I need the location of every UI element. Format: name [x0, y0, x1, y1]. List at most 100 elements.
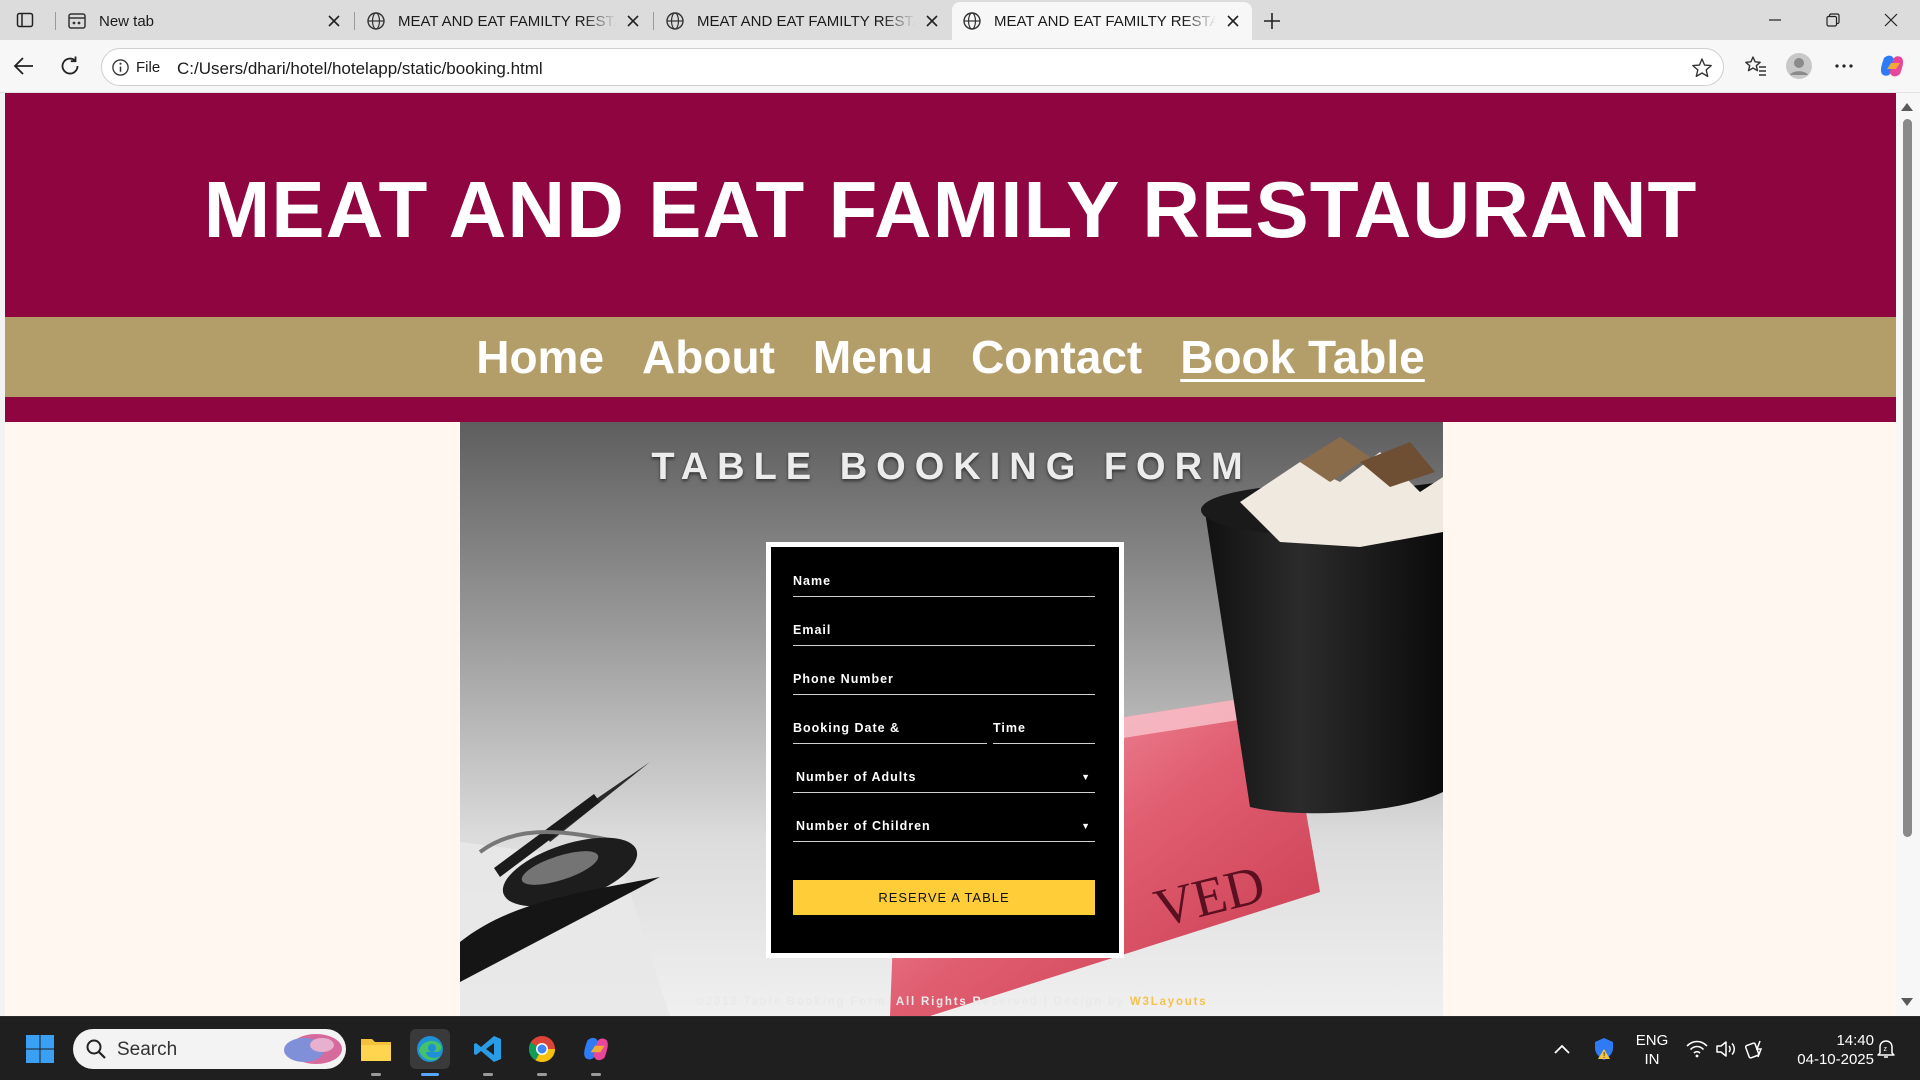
close-tab-icon[interactable]: [624, 12, 642, 30]
chevron-up-icon: [1554, 1044, 1570, 1054]
show-hidden-icons-button[interactable]: [1550, 1017, 1574, 1080]
profile-button[interactable]: [1783, 50, 1815, 82]
security-tray-button[interactable]: !: [1590, 1017, 1618, 1080]
reserve-table-button[interactable]: RESERVE A TABLE: [793, 880, 1095, 915]
booking-time-field[interactable]: Time: [993, 721, 1095, 744]
svg-text:z: z: [1884, 1046, 1888, 1053]
copilot-icon: [584, 1037, 608, 1061]
globe-icon: [367, 12, 385, 30]
chrome-button[interactable]: [522, 1029, 562, 1069]
site-scheme-label: File: [136, 59, 161, 76]
site-title: MEAT AND EAT FAMILY RESTAURANT: [203, 165, 1698, 254]
nav-link-home[interactable]: Home: [476, 330, 604, 384]
close-tab-icon[interactable]: [325, 12, 343, 30]
booking-form: Name Email Phone Number Booking Date & T…: [766, 542, 1124, 958]
start-button[interactable]: [20, 1029, 60, 1069]
avatar-icon: [1786, 53, 1812, 79]
globe-icon: [963, 12, 981, 30]
file-explorer-button[interactable]: [356, 1029, 396, 1069]
close-tab-icon[interactable]: [923, 12, 941, 30]
battery-tray-button[interactable]: [1743, 1017, 1769, 1080]
more-dots-icon: [1835, 64, 1853, 68]
copyright-text: ©2018 Table Booking Form. All Rights Res…: [695, 996, 1130, 1008]
taskbar-search[interactable]: Search: [73, 1029, 346, 1069]
page-scrollbar[interactable]: [1896, 93, 1920, 1016]
scroll-down-icon[interactable]: [1901, 998, 1913, 1006]
battery-charging-icon: [1745, 1040, 1763, 1059]
favorite-star-icon[interactable]: [1691, 57, 1713, 79]
nav-link-about[interactable]: About: [642, 330, 775, 384]
url-text[interactable]: C:/Users/dhari/hotel/hotelapp/static/boo…: [177, 59, 543, 79]
language-code: ENG: [1635, 1032, 1669, 1049]
restore-button[interactable]: [1804, 0, 1862, 40]
close-tab-icon[interactable]: [1224, 12, 1242, 30]
search-icon: [86, 1039, 106, 1059]
windows-start-icon: [26, 1035, 54, 1063]
booking-date-label: Booking Date &: [793, 721, 901, 735]
site-header: MEAT AND EAT FAMILY RESTAURANT: [5, 93, 1896, 317]
new-tab-icon: [68, 13, 86, 29]
phone-field-label: Phone Number: [793, 672, 894, 686]
tab-restaurant-1[interactable]: MEAT AND EAT FAMILTY RESTAURANT: [356, 2, 652, 40]
tab-restaurant-active[interactable]: MEAT AND EAT FAMILTY RESTAURANT: [952, 2, 1252, 40]
minimize-icon: [1769, 19, 1781, 21]
children-select[interactable]: Number of Children ▼: [793, 819, 1095, 842]
tab-title: New tab: [99, 12, 155, 30]
w3layouts-link[interactable]: W3Layouts: [1130, 996, 1208, 1008]
booking-form-heading: TABLE BOOKING FORM: [651, 446, 1252, 488]
name-field[interactable]: Name: [793, 574, 1095, 597]
search-highlight-icon: [284, 1034, 342, 1064]
info-icon[interactable]: [111, 58, 130, 77]
booking-footer: ©2018 Table Booking Form. All Rights Res…: [460, 996, 1443, 1008]
restore-icon: [1826, 13, 1840, 27]
edge-icon: [417, 1036, 443, 1062]
globe-icon: [666, 12, 684, 30]
scroll-up-icon[interactable]: [1901, 103, 1913, 111]
notifications-button[interactable]: z: [1872, 1017, 1900, 1080]
wifi-tray-button[interactable]: [1684, 1017, 1710, 1080]
tab-title: MEAT AND EAT FAMILTY RESTAURANT: [697, 12, 915, 30]
nav-link-menu[interactable]: Menu: [813, 330, 933, 384]
close-window-button[interactable]: [1862, 0, 1920, 40]
nav-link-book-table[interactable]: Book Table: [1180, 330, 1425, 384]
phone-field[interactable]: Phone Number: [793, 672, 1095, 695]
minimize-button[interactable]: [1746, 0, 1804, 40]
back-button[interactable]: [8, 50, 40, 82]
scrollbar-thumb[interactable]: [1903, 119, 1912, 837]
refresh-button[interactable]: [54, 50, 86, 82]
windows-taskbar: Search ! ENG IN 14:40 04-10-2025 z: [0, 1016, 1920, 1080]
chrome-icon: [528, 1036, 556, 1063]
dropdown-caret-icon: ▼: [1081, 772, 1091, 782]
edge-button[interactable]: [410, 1029, 450, 1069]
language-indicator[interactable]: ENG IN: [1632, 1031, 1672, 1069]
adults-select[interactable]: Number of Adults ▼: [793, 770, 1095, 793]
header-band: [5, 397, 1896, 422]
copilot-icon: [1880, 55, 1904, 77]
volume-icon: [1716, 1041, 1735, 1057]
plus-icon: [1264, 13, 1280, 29]
copilot-button[interactable]: [1876, 50, 1908, 82]
tab-restaurant-2[interactable]: MEAT AND EAT FAMILTY RESTAURANT: [655, 2, 951, 40]
wifi-icon: [1686, 1040, 1708, 1058]
children-select-label: Number of Children: [796, 819, 931, 833]
nav-link-contact[interactable]: Contact: [971, 330, 1142, 384]
browser-toolbar: File C:/Users/dhari/hotel/hotelapp/stati…: [0, 40, 1920, 93]
booking-date-field[interactable]: Booking Date &: [793, 721, 987, 744]
tab-actions-icon[interactable]: [10, 7, 40, 33]
search-placeholder: Search: [117, 1039, 178, 1060]
taskbar-clock[interactable]: 14:40 04-10-2025: [1778, 1031, 1874, 1069]
more-menu-button[interactable]: [1828, 50, 1860, 82]
vscode-button[interactable]: [468, 1029, 508, 1069]
adults-select-label: Number of Adults: [796, 770, 917, 784]
browser-tab-strip: New tab MEAT AND EAT FAMILTY RESTAURANT …: [0, 0, 1920, 40]
new-tab-button[interactable]: [1258, 7, 1286, 35]
copilot-app-button[interactable]: [576, 1029, 616, 1069]
favorites-button[interactable]: [1740, 50, 1772, 82]
tab-new-tab[interactable]: New tab: [57, 2, 353, 40]
clock-date: 04-10-2025: [1797, 1051, 1874, 1068]
address-bar[interactable]: File C:/Users/dhari/hotel/hotelapp/stati…: [101, 48, 1724, 86]
svg-text:!: !: [1603, 1051, 1605, 1060]
tab-title: MEAT AND EAT FAMILTY RESTAURANT: [398, 12, 616, 30]
volume-tray-button[interactable]: [1713, 1017, 1739, 1080]
email-field[interactable]: Email: [793, 623, 1095, 646]
